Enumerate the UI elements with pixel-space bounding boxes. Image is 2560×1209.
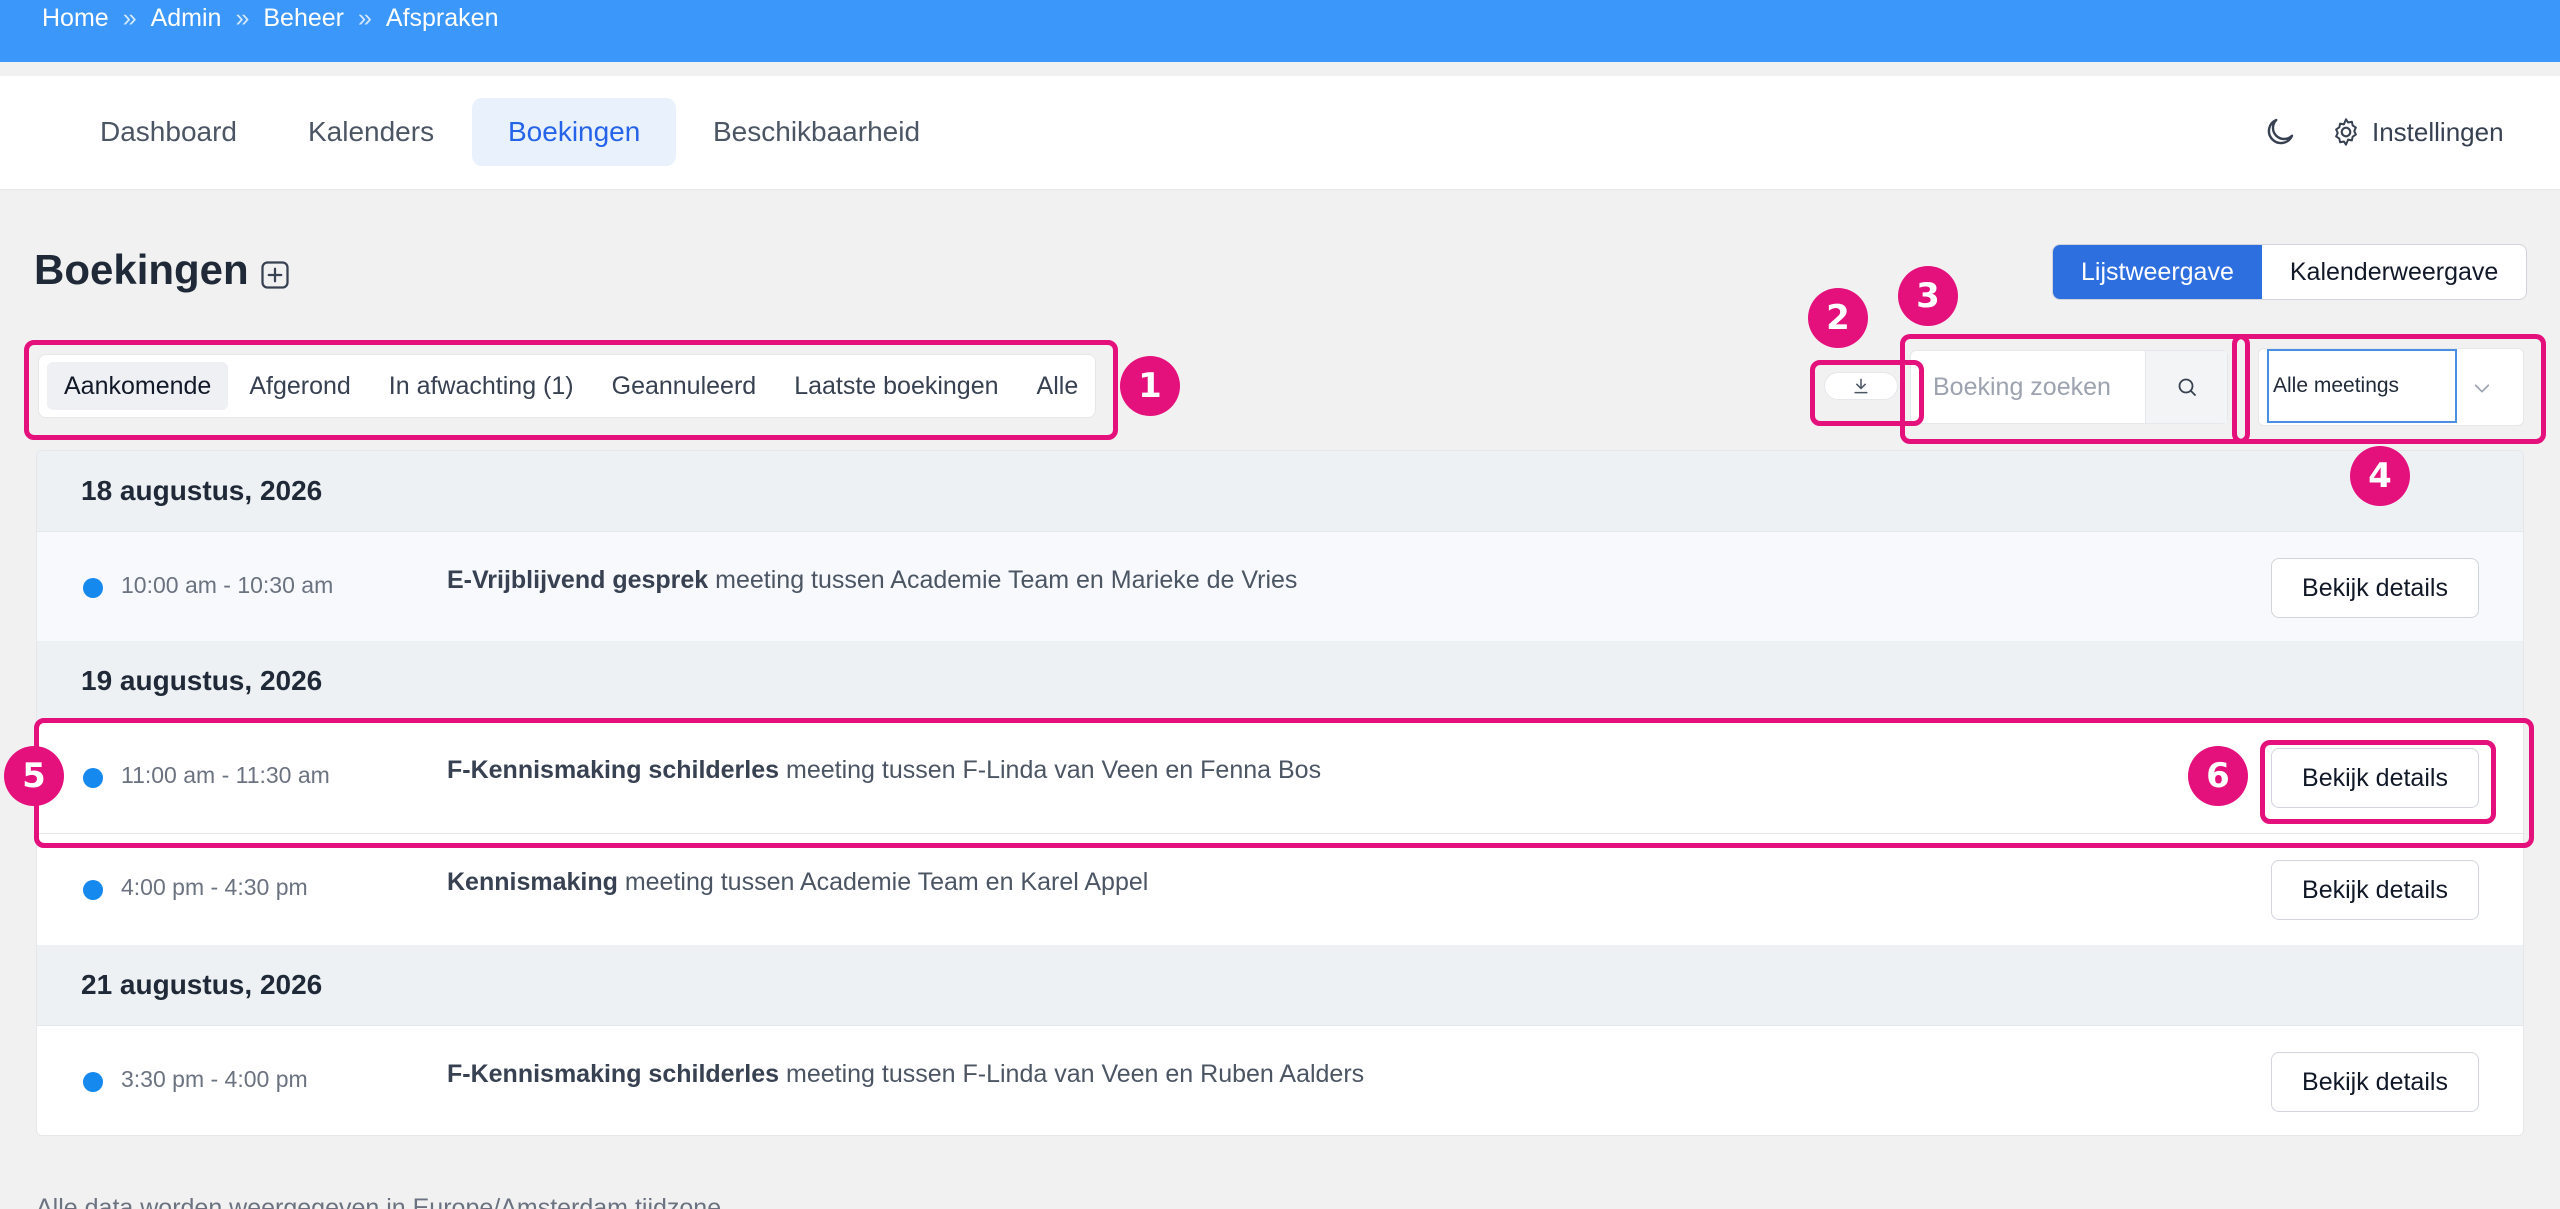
booking-description: E-Vrijblijvend gesprek meeting tussen Ac… <box>447 566 1297 595</box>
filter-tab-geannuleerd[interactable]: Geannuleerd <box>595 362 774 410</box>
download-button[interactable] <box>1824 372 1898 400</box>
booking-description: Kennismaking meeting tussen Academie Tea… <box>447 868 1148 897</box>
booking-time: 3:30 pm - 4:00 pm <box>121 1066 308 1092</box>
settings-button[interactable]: Instellingen <box>2330 114 2504 150</box>
status-dot <box>83 578 103 598</box>
booking-title: F-Kennismaking schilderles <box>447 1060 780 1088</box>
breadcrumb-admin[interactable]: Admin <box>151 4 222 33</box>
annotation-badge: 3 <box>1898 266 1958 326</box>
filter-tab-in-afwachting[interactable]: In afwachting (1) <box>372 362 591 410</box>
booking-time: 10:00 am - 10:30 am <box>121 572 334 598</box>
calendar-view-button[interactable]: Kalenderweergave <box>2262 245 2526 299</box>
moon-icon[interactable] <box>2262 114 2298 150</box>
view-details-button[interactable]: Bekijk details <box>2271 748 2479 808</box>
tab-kalenders[interactable]: Kalenders <box>272 98 470 166</box>
top-bar: Home » Admin » Beheer » Afspraken <box>0 0 2560 62</box>
meeting-filter-select[interactable]: Alle meetings <box>2258 348 2524 426</box>
annotation-badge: 4 <box>2350 446 2410 506</box>
annotation-badge: 5 <box>4 746 64 806</box>
status-dot <box>83 768 103 788</box>
annotation-badge: 6 <box>2188 746 2248 806</box>
booking-title: Kennismaking <box>447 868 618 896</box>
breadcrumb-afspraken[interactable]: Afspraken <box>386 4 499 33</box>
settings-label: Instellingen <box>2372 116 2504 147</box>
booking-time: 4:00 pm - 4:30 pm <box>121 874 308 900</box>
chevron-down-icon <box>2474 384 2490 393</box>
booking-description: F-Kennismaking schilderles meeting tusse… <box>447 1060 1364 1089</box>
filter-tab-alle[interactable]: Alle <box>1020 362 1096 410</box>
annotation-badge: 2 <box>1808 288 1868 348</box>
search-button[interactable] <box>2145 351 2227 423</box>
booking-row: 10:00 am - 10:30 am E-Vrijblijvend gespr… <box>37 531 2523 641</box>
annotation-badge: 1 <box>1120 356 1180 416</box>
booking-participants: meeting tussen F-Linda van Veen en Ruben… <box>786 1060 1365 1088</box>
view-details-button[interactable]: Bekijk details <box>2271 558 2479 618</box>
booking-filter-tabs: Aankomende Afgerond In afwachting (1) Ge… <box>38 354 1096 418</box>
booking-search <box>1910 350 2228 424</box>
booking-row: 3:30 pm - 4:00 pm F-Kennismaking schilde… <box>37 1025 2523 1135</box>
filter-tab-afgerond[interactable]: Afgerond <box>232 362 367 410</box>
breadcrumb-separator: » <box>358 4 372 32</box>
list-view-button[interactable]: Lijstweergave <box>2053 245 2262 299</box>
filter-tab-laatste-boekingen[interactable]: Laatste boekingen <box>777 362 1015 410</box>
date-header: 19 augustus, 2026 <box>37 641 2523 721</box>
breadcrumb-separator: » <box>122 4 137 32</box>
page-title: Boekingen <box>34 246 249 293</box>
bookings-list: 18 augustus, 2026 10:00 am - 10:30 am E-… <box>36 450 2524 1136</box>
add-booking-icon[interactable] <box>260 260 290 290</box>
status-dot <box>83 880 103 900</box>
status-dot <box>83 1072 103 1092</box>
breadcrumb-beheer[interactable]: Beheer <box>263 4 344 33</box>
booking-description: F-Kennismaking schilderles meeting tusse… <box>447 756 1321 785</box>
search-icon <box>2178 378 2196 396</box>
tab-beschikbaarheid[interactable]: Beschikbaarheid <box>677 98 956 166</box>
tab-dashboard[interactable]: Dashboard <box>64 98 273 166</box>
booking-participants: meeting tussen Academie Team en Marieke … <box>715 566 1298 594</box>
gear-icon <box>2335 118 2357 146</box>
booking-participants: meeting tussen F-Linda van Veen en Fenna… <box>786 756 1322 784</box>
booking-row: 11:00 am - 11:30 am F-Kennismaking schil… <box>37 721 2523 831</box>
meeting-select-value: Alle meetings <box>2267 349 2457 423</box>
view-toggle: Lijstweergave Kalenderweergave <box>2052 244 2528 300</box>
booking-participants: meeting tussen Academie Team en Karel Ap… <box>624 868 1149 896</box>
breadcrumb: Home » Admin » Beheer » Afspraken <box>42 4 498 33</box>
date-header: 18 augustus, 2026 <box>37 451 2523 531</box>
breadcrumb-home[interactable]: Home <box>42 4 109 33</box>
booking-row: 4:00 pm - 4:30 pm Kennismaking meeting t… <box>37 833 2523 943</box>
booking-time: 11:00 am - 11:30 am <box>121 762 330 788</box>
booking-title: E-Vrijblijvend gesprek <box>447 566 709 594</box>
download-icon <box>1854 378 1868 394</box>
timezone-note: Alle data worden weergegeven in Europe/A… <box>36 1194 722 1209</box>
view-details-button[interactable]: Bekijk details <box>2271 860 2479 920</box>
tab-boekingen[interactable]: Boekingen <box>472 98 677 166</box>
breadcrumb-separator: » <box>235 4 250 32</box>
booking-title: F-Kennismaking schilderles <box>447 756 780 784</box>
search-input[interactable] <box>1911 351 2145 423</box>
view-details-button[interactable]: Bekijk details <box>2271 1052 2479 1112</box>
main-navigation: Dashboard Kalenders Boekingen Beschikbaa… <box>0 76 2560 190</box>
filter-tab-aankomende[interactable]: Aankomende <box>47 362 229 410</box>
date-header: 21 augustus, 2026 <box>37 945 2523 1025</box>
